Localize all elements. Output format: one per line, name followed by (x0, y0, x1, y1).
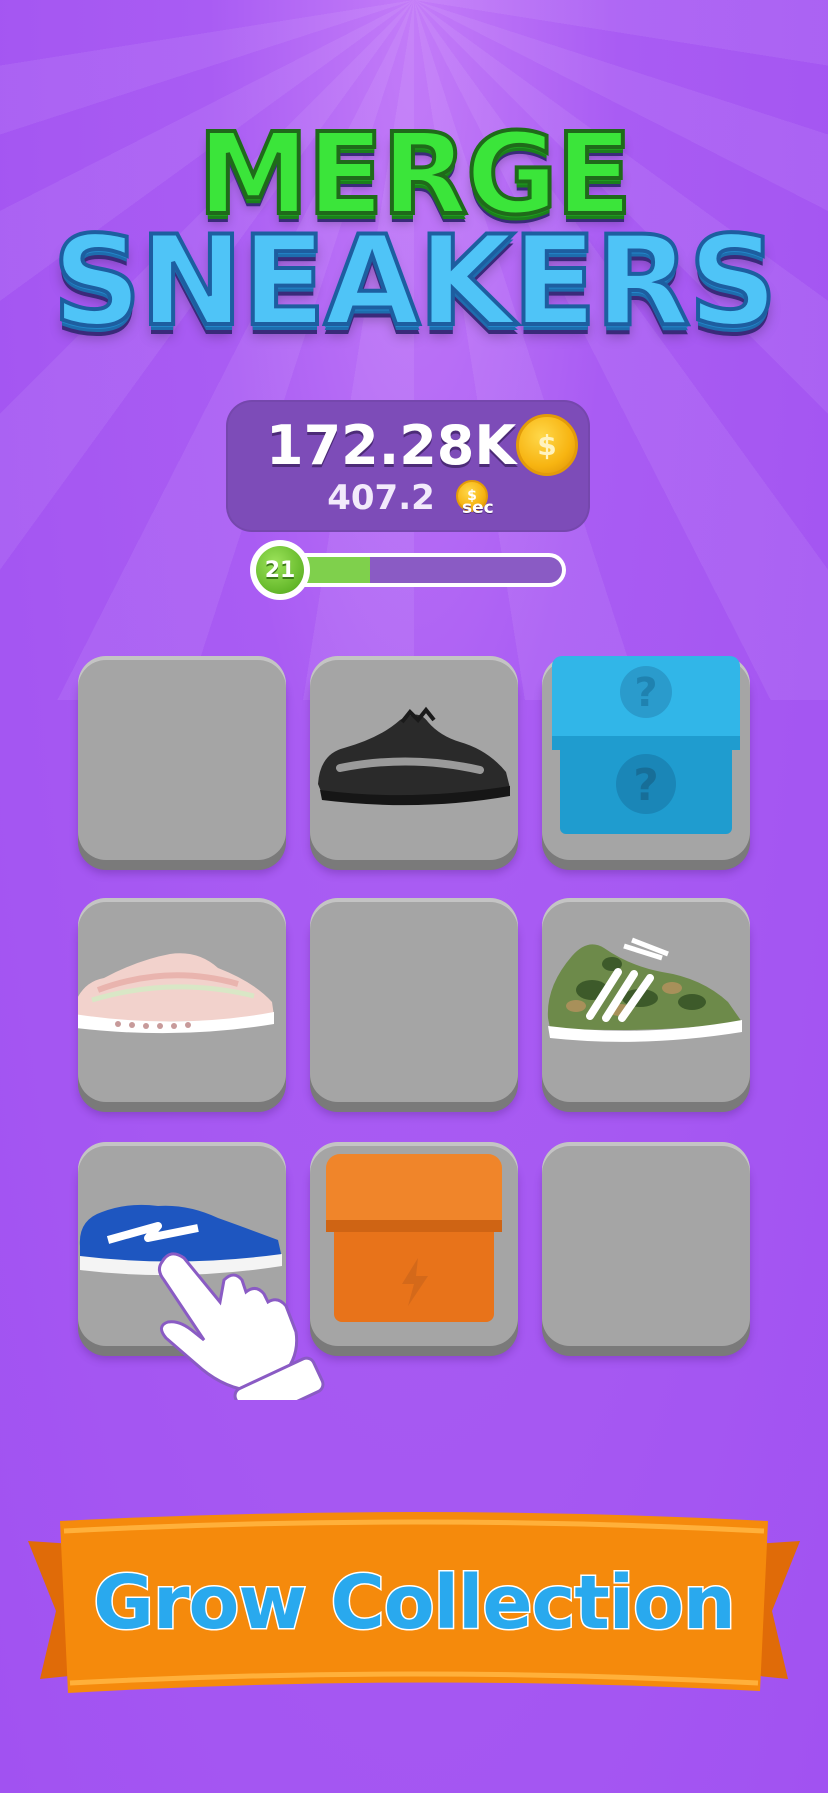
grid-tile-pink-sneaker[interactable] (78, 898, 286, 1102)
camo-sneaker-icon (547, 937, 742, 1042)
rate-unit: sec (462, 498, 494, 518)
coin-icon: $ (516, 414, 578, 476)
black-sneaker-icon (318, 706, 510, 806)
game-title-line2: SNEAKERS (50, 208, 779, 356)
blue-mystery-box-icon: ? ? (552, 656, 740, 834)
grid-tile-mystery-box[interactable]: ? ? (542, 656, 750, 860)
money-total: 172.28K (266, 414, 517, 477)
money-rate: 407.2 (327, 478, 435, 518)
grid-tile-empty[interactable] (78, 656, 286, 860)
money-panel: 172.28K $ 407.2 $ sec (226, 400, 590, 532)
orange-lightning-box-icon (326, 1154, 502, 1322)
grid-tile-empty[interactable] (310, 898, 518, 1102)
grid-tile-camo-sneaker[interactable] (542, 898, 750, 1102)
svg-text:?: ? (633, 760, 659, 811)
level-number: 21 (256, 546, 304, 594)
pointing-hand-icon (157, 1252, 325, 1400)
level-progress-bar (280, 553, 566, 587)
grid-tile-lightning-box[interactable] (310, 1142, 518, 1346)
coin-symbol: $ (537, 428, 557, 462)
grid-tile-empty[interactable] (542, 1142, 750, 1346)
level-progress-track (284, 557, 562, 583)
grid-tile-black-sneaker[interactable] (310, 656, 518, 860)
svg-text:?: ? (634, 670, 657, 716)
grow-collection-button[interactable]: Grow Collection (0, 1559, 828, 1648)
level-badge: 21 (250, 540, 310, 600)
pink-sneaker-icon (78, 953, 274, 1034)
